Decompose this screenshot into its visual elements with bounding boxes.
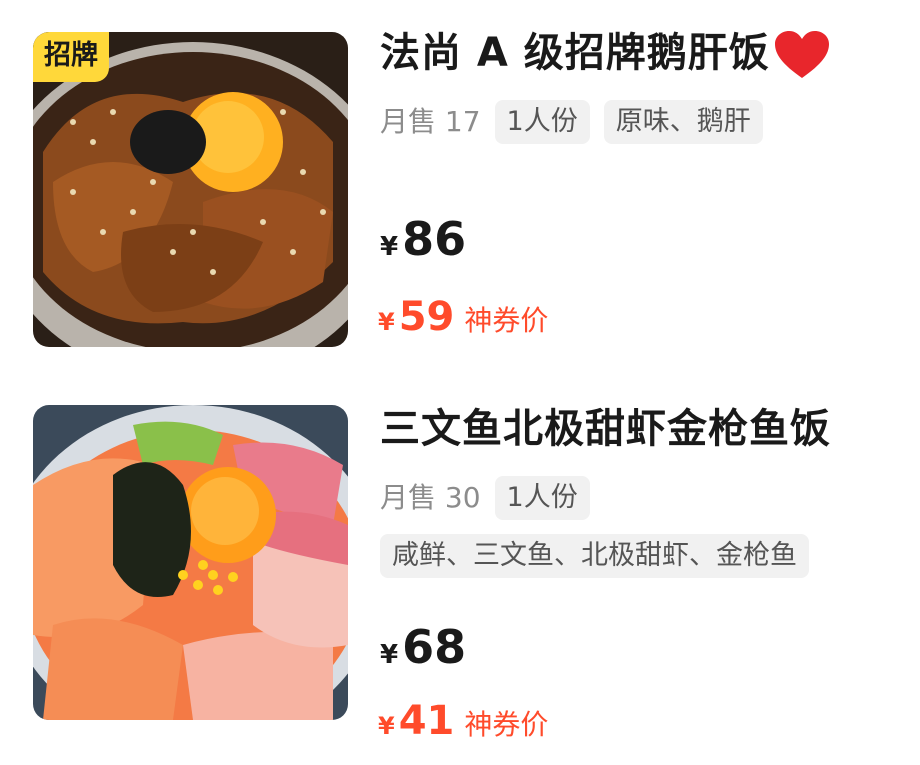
dish-title: 法尚 A 级招牌鹅肝饭	[380, 28, 832, 78]
tag-portion: 1人份	[494, 100, 590, 144]
currency-symbol: ¥	[378, 308, 395, 336]
currency-symbol: ¥	[380, 640, 399, 670]
tag-portion: 1人份	[494, 476, 590, 520]
coupon-price-value: 41	[398, 698, 455, 744]
dish-photo[interactable]	[33, 405, 348, 720]
currency-symbol: ¥	[380, 232, 399, 262]
coupon-price-label: 神券价	[464, 708, 549, 741]
monthly-sales: 月售 30	[380, 481, 481, 514]
dish-tags: 咸鲜、三文鱼、北极甜虾、金枪鱼	[380, 534, 809, 578]
price-value: 68	[402, 620, 467, 674]
currency-symbol: ¥	[378, 712, 395, 740]
dish-title: 三文鱼北极甜虾金枪鱼饭	[380, 406, 831, 452]
dish-meta: 月售 17 1人份 原味、鹅肝	[380, 100, 763, 144]
menu-item[interactable]: 三文鱼北极甜虾金枪鱼饭 月售 30 1人份 咸鲜、三文鱼、北极甜虾、金枪鱼 ¥6…	[0, 380, 920, 765]
coupon-price-label: 神券价	[464, 304, 549, 337]
tag-flavor: 咸鲜、三文鱼、北极甜虾、金枪鱼	[380, 534, 809, 578]
dish-meta: 月售 30 1人份	[380, 476, 590, 520]
original-price: ¥86	[380, 212, 466, 266]
price-value: 86	[402, 212, 467, 266]
coupon-price-value: 59	[398, 294, 455, 340]
heart-icon	[772, 28, 832, 78]
tag-flavor: 原味、鹅肝	[603, 100, 763, 144]
original-price: ¥68	[380, 620, 466, 674]
signature-badge: 招牌	[33, 32, 109, 82]
monthly-sales: 月售 17	[380, 105, 481, 138]
coupon-price: ¥ 59 神券价	[378, 294, 548, 340]
dish-photo[interactable]: 招牌	[33, 32, 348, 347]
menu-item[interactable]: 招牌 法尚 A 级招牌鹅肝饭 月售 17 1人份 原味、鹅肝 ¥86 ¥ 59 …	[0, 0, 920, 380]
dish-title-text: 法尚 A 级招牌鹅肝饭	[380, 30, 770, 76]
coupon-price: ¥ 41 神券价	[378, 698, 548, 744]
